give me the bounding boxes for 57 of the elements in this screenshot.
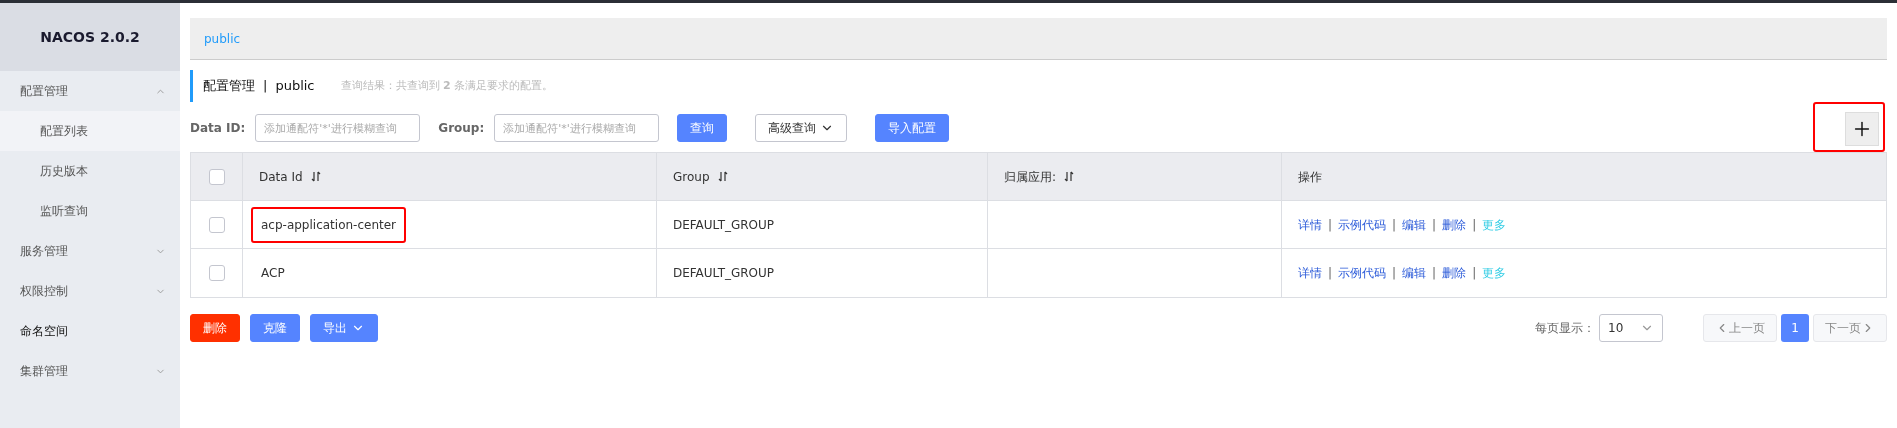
search-field[interactable]: 添加通配符'*'进行模糊查询	[494, 114, 660, 142]
action-link[interactable]: 删除	[1442, 264, 1467, 282]
sidebar-item[interactable]: 命名空间	[0, 311, 180, 351]
separator: |	[1472, 265, 1477, 282]
column-title: 归属应用:	[1004, 168, 1057, 186]
sort-icon[interactable]	[310, 171, 321, 182]
app-title: NACOS 2.0.2	[40, 27, 140, 47]
sidebar-item[interactable]: 集群管理	[0, 351, 180, 391]
action-link[interactable]: 编辑	[1402, 264, 1427, 282]
separator: |	[1392, 265, 1397, 282]
button[interactable]: 导出	[310, 314, 378, 342]
sidebar-item[interactable]: 服务管理	[0, 231, 180, 271]
column-title: Group	[673, 168, 710, 186]
action-link[interactable]: 详情	[1298, 264, 1322, 282]
separator: |	[1432, 216, 1437, 234]
separator: |	[1432, 265, 1437, 282]
page-size-label: 每页显示：	[1535, 320, 1595, 337]
sidebar-item[interactable]: 权限控制	[0, 271, 180, 311]
action-link[interactable]: 示例代码	[1338, 215, 1387, 234]
column-title: Data Id	[259, 168, 303, 186]
filter-label: Group:	[438, 120, 485, 137]
sort-icon[interactable]	[1064, 171, 1075, 182]
sort-icon[interactable]	[717, 171, 728, 182]
action-link[interactable]: 详情	[1298, 215, 1322, 234]
button[interactable]: 克隆	[250, 314, 300, 342]
button[interactable]: 删除	[190, 314, 240, 342]
sidebar-subitem[interactable]: 配置列表	[0, 111, 180, 151]
add-button[interactable]	[1813, 102, 1885, 152]
result-text: 查询结果：共查询到 2 条满足要求的配置。	[340, 77, 554, 94]
separator: |	[1392, 216, 1397, 234]
page-button[interactable]: 1	[1781, 314, 1809, 342]
separator: |	[1328, 216, 1333, 234]
page-size-select[interactable]: 10	[1599, 314, 1663, 342]
checkbox[interactable]	[208, 216, 225, 233]
sidebar-subitem[interactable]: 监听查询	[0, 191, 180, 231]
table-cell-text: DEFAULT_GROUP	[673, 265, 775, 282]
action-link[interactable]: 编辑	[1402, 215, 1427, 234]
column-title: 操作	[1298, 168, 1322, 186]
sidebar-subitem[interactable]: 历史版本	[0, 151, 180, 191]
button[interactable]: 高级查询	[755, 114, 848, 142]
button[interactable]: 查询	[677, 114, 728, 142]
page-title: 配置管理	[203, 77, 255, 96]
table-cell: acp-application-center	[251, 206, 407, 243]
sidebar-item[interactable]: 配置管理	[0, 71, 180, 111]
separator: |	[263, 77, 268, 96]
namespace-name: public	[275, 77, 315, 96]
table-cell-text: ACP	[260, 265, 286, 282]
action-link[interactable]: 示例代码	[1338, 264, 1387, 282]
button[interactable]: 导入配置	[875, 114, 950, 142]
separator: |	[1328, 265, 1333, 282]
filter-label: Data ID:	[190, 120, 246, 137]
separator: |	[1472, 216, 1477, 234]
checkbox[interactable]	[208, 168, 225, 185]
table-cell-text: DEFAULT_GROUP	[673, 216, 775, 234]
action-link[interactable]: 删除	[1442, 215, 1467, 234]
search-field[interactable]: 添加通配符'*'进行模糊查询	[255, 114, 421, 142]
checkbox[interactable]	[208, 265, 225, 281]
